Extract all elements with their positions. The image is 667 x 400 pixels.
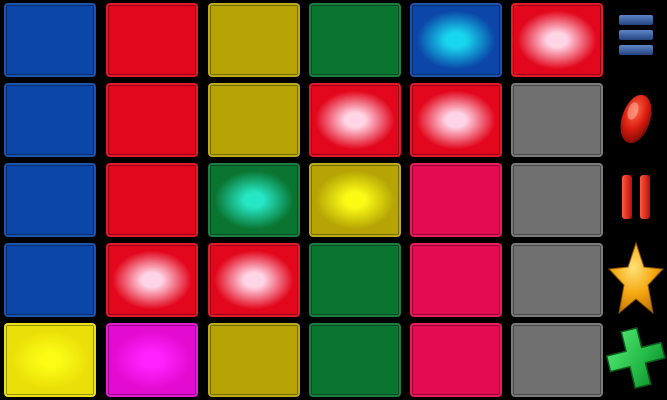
sidebar <box>604 0 667 400</box>
pad-r1-c6[interactable] <box>511 3 603 77</box>
pad-r1-c1[interactable] <box>4 3 96 77</box>
pad-r2-c5[interactable] <box>410 83 502 157</box>
pad-r1-c3[interactable] <box>208 3 300 77</box>
record-button[interactable] <box>604 86 667 156</box>
pad-r3-c5[interactable] <box>410 163 502 237</box>
pad-grid <box>0 0 604 400</box>
pause-icon <box>618 171 654 227</box>
pad-r4-c3[interactable] <box>208 243 300 317</box>
pad-r2-c4[interactable] <box>309 83 401 157</box>
pad-r5-c6[interactable] <box>511 323 603 397</box>
pad-r3-c6[interactable] <box>511 163 603 237</box>
pad-r5-c2[interactable] <box>106 323 198 397</box>
pad-r1-c4[interactable] <box>309 3 401 77</box>
pad-r2-c6[interactable] <box>511 83 603 157</box>
record-icon <box>616 91 656 151</box>
pad-r4-c5[interactable] <box>410 243 502 317</box>
pad-r3-c3[interactable] <box>208 163 300 237</box>
pad-r5-c3[interactable] <box>208 323 300 397</box>
pad-r5-c5[interactable] <box>410 323 502 397</box>
menu-icon <box>617 11 655 63</box>
add-button[interactable] <box>604 322 667 398</box>
pad-r3-c1[interactable] <box>4 163 96 237</box>
pad-r4-c2[interactable] <box>106 243 198 317</box>
pad-r2-c3[interactable] <box>208 83 300 157</box>
pad-r1-c5[interactable] <box>410 3 502 77</box>
pad-r2-c2[interactable] <box>106 83 198 157</box>
menu-button[interactable] <box>604 6 667 68</box>
star-icon <box>607 241 665 321</box>
pad-r2-c1[interactable] <box>4 83 96 157</box>
game-screen <box>0 0 667 400</box>
pad-r4-c1[interactable] <box>4 243 96 317</box>
pad-r5-c1[interactable] <box>4 323 96 397</box>
pad-r5-c4[interactable] <box>309 323 401 397</box>
favorite-button[interactable] <box>604 240 667 322</box>
pad-r3-c4[interactable] <box>309 163 401 237</box>
pad-r4-c6[interactable] <box>511 243 603 317</box>
pad-r3-c2[interactable] <box>106 163 198 237</box>
pad-r1-c2[interactable] <box>106 3 198 77</box>
pad-r4-c4[interactable] <box>309 243 401 317</box>
plus-icon <box>605 323 666 397</box>
pause-button[interactable] <box>604 166 667 232</box>
